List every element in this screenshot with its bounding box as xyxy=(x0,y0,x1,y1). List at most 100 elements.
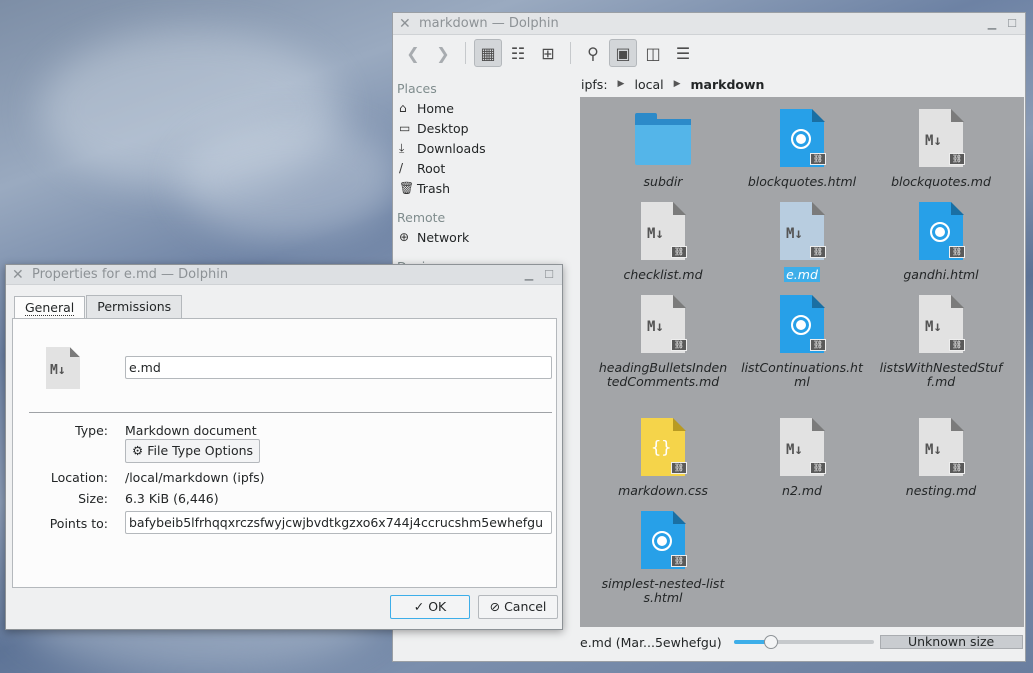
window-title: markdown — Dolphin xyxy=(419,16,559,31)
file-name: simplest-nested-lists.html xyxy=(601,576,725,605)
icons-view-button[interactable]: ▦ xyxy=(474,39,502,67)
places-item-downloads[interactable]: ⤓ Downloads xyxy=(393,138,573,158)
places-item-label: Desktop xyxy=(417,120,469,136)
maximize-icon[interactable]: ☐ xyxy=(1005,17,1019,30)
breadcrumb-item-local[interactable]: local xyxy=(634,77,663,92)
selected-file-name: e.md xyxy=(784,267,820,282)
cancel-label: Cancel xyxy=(504,599,547,614)
places-item-trash[interactable]: 🗑 Trash xyxy=(393,178,573,198)
file-name-input[interactable]: e.md xyxy=(125,356,552,379)
css-file-icon: {} ⛓ xyxy=(633,416,693,480)
tab-permissions[interactable]: Permissions xyxy=(86,295,183,319)
ok-label: OK xyxy=(428,599,447,614)
dialog-titlebar: ✕ Properties for e.md — Dolphin ▁ ☐ xyxy=(6,265,562,285)
minimize-icon[interactable]: ▁ xyxy=(985,17,999,30)
points-to-input[interactable]: bafybeib5lfrhqqxrczsfwyjcwjbvdtkgzxo6x74… xyxy=(125,511,552,534)
file-item[interactable]: M↓ ⛓ n2.md xyxy=(737,416,867,498)
details-view-button[interactable]: ⊞ xyxy=(534,39,562,67)
file-item[interactable]: ⛓ gandhi.html xyxy=(876,200,1006,282)
close-icon[interactable]: ✕ xyxy=(399,16,413,32)
file-name: blockquotes.md xyxy=(891,174,991,189)
places-item-desktop[interactable]: ▭ Desktop xyxy=(393,118,573,138)
chevron-right-icon: ❯ xyxy=(436,43,450,63)
chevron-right-icon: ▶ xyxy=(673,79,681,89)
main-toolbar: ❮ ❯ ▦ ☷ ⊞ ⚲ ▣ ◫ ☰ xyxy=(393,35,1025,71)
list-icon: ☷ xyxy=(510,43,526,63)
zoom-slider-handle[interactable] xyxy=(764,635,779,649)
file-name: markdown.css xyxy=(618,483,708,498)
html-file-icon: ⛓ xyxy=(772,293,832,357)
file-item[interactable]: M↓ ⛓ checklist.md xyxy=(598,200,728,282)
zoom-slider[interactable] xyxy=(733,635,874,649)
markdown-file-icon: M↓ ⛓ xyxy=(772,200,832,264)
ok-button[interactable]: ✓ OK xyxy=(390,595,470,619)
file-item[interactable]: subdir xyxy=(598,107,728,189)
places-item-label: Trash xyxy=(417,180,451,196)
close-icon[interactable]: ✕ xyxy=(12,267,26,283)
places-item-label: Downloads xyxy=(417,140,486,156)
location-label: Location: xyxy=(50,470,108,485)
breadcrumb-item-ipfs[interactable]: ipfs: xyxy=(581,77,608,92)
status-bar: e.md (Mar...5ewhefgu) Unknown size xyxy=(580,631,1024,653)
root-icon: / xyxy=(399,161,404,175)
file-item[interactable]: M↓ ⛓ nesting.md xyxy=(876,416,1006,498)
markdown-file-icon[interactable]: M↓ xyxy=(46,347,80,389)
search-icon: ⚲ xyxy=(587,43,599,63)
places-item-label: Root xyxy=(417,160,446,176)
file-view: subdir ⛓ blockquotes.html M↓ ⛓ blockquote… xyxy=(580,97,1024,627)
remote-section-label: Remote xyxy=(397,210,446,225)
type-label: Type: xyxy=(75,423,108,438)
tab-general[interactable]: General xyxy=(14,296,86,320)
toolbar-separator xyxy=(570,42,571,64)
back-button[interactable]: ❮ xyxy=(399,39,427,67)
menu-button[interactable]: ☰ xyxy=(669,39,697,67)
file-type-options-button[interactable]: ⚙ File Type Options xyxy=(125,439,261,463)
search-button[interactable]: ⚲ xyxy=(579,39,607,67)
markdown-file-icon: M↓ ⛓ xyxy=(911,293,971,357)
downloads-icon: ⤓ xyxy=(399,140,405,155)
desktop-icon: ▭ xyxy=(399,121,411,135)
file-name: subdir xyxy=(643,174,683,189)
file-item[interactable]: M↓ ⛓ blockquotes.md xyxy=(876,107,1006,189)
dialog-title: Properties for e.md — Dolphin xyxy=(32,267,229,282)
minimize-icon[interactable]: ▁ xyxy=(522,268,536,281)
places-section-label: Places xyxy=(397,81,437,96)
preview-button[interactable]: ▣ xyxy=(609,39,637,67)
size-value: 6.3 KiB (6,446) xyxy=(125,491,219,506)
file-item[interactable]: {} ⛓ markdown.css xyxy=(598,416,728,498)
toolbar-separator xyxy=(465,42,466,64)
breadcrumb: ipfs: ▶ local ▶ markdown xyxy=(581,73,764,95)
file-item[interactable]: M↓ ⛓ listsWithNestedStuff.md xyxy=(876,293,1006,389)
cancel-icon: ⊘ xyxy=(489,599,501,614)
tab-general-label: General xyxy=(25,300,75,316)
size-label: Size: xyxy=(78,491,108,506)
status-text: e.md (Mar...5ewhefgu) xyxy=(580,634,722,650)
chevron-left-icon: ❮ xyxy=(406,43,420,63)
file-item-selected[interactable]: M↓ ⛓ e.md xyxy=(737,200,867,282)
markdown-file-icon: M↓ ⛓ xyxy=(633,200,693,264)
file-item[interactable]: ⛓ simplest-nested-lists.html xyxy=(598,509,728,605)
compact-view-button[interactable]: ☷ xyxy=(504,39,532,67)
split-button[interactable]: ◫ xyxy=(639,39,667,67)
cancel-button[interactable]: ⊘ Cancel xyxy=(478,595,558,619)
places-item-network[interactable]: ⊕ Network xyxy=(393,227,573,247)
file-name: headingBulletsIndentedComments.md xyxy=(598,360,728,389)
settings-sliders-icon: ⚙ xyxy=(132,443,144,458)
places-item-root[interactable]: / Root xyxy=(393,158,573,178)
file-name: gandhi.html xyxy=(903,267,979,282)
file-name: nesting.md xyxy=(905,483,977,498)
file-item[interactable]: ⛓ listContinuations.html xyxy=(737,293,867,389)
file-type-options-label: File Type Options xyxy=(147,443,254,458)
points-to-label: Points to: xyxy=(49,516,108,531)
hamburger-menu-icon: ☰ xyxy=(675,43,691,63)
breadcrumb-item-markdown[interactable]: markdown xyxy=(691,77,765,92)
chevron-right-icon: ▶ xyxy=(617,79,625,89)
checkmark-icon: ✓ xyxy=(413,599,425,614)
forward-button[interactable]: ❯ xyxy=(429,39,457,67)
location-value: /local/markdown (ipfs) xyxy=(125,470,265,485)
file-item[interactable]: M↓ ⛓ headingBulletsIndentedComments.md xyxy=(598,293,728,389)
maximize-icon[interactable]: ☐ xyxy=(542,268,556,281)
file-item[interactable]: ⛓ blockquotes.html xyxy=(737,107,867,189)
places-item-home[interactable]: ⌂ Home xyxy=(393,98,573,118)
markdown-file-icon: M↓ ⛓ xyxy=(633,293,693,357)
